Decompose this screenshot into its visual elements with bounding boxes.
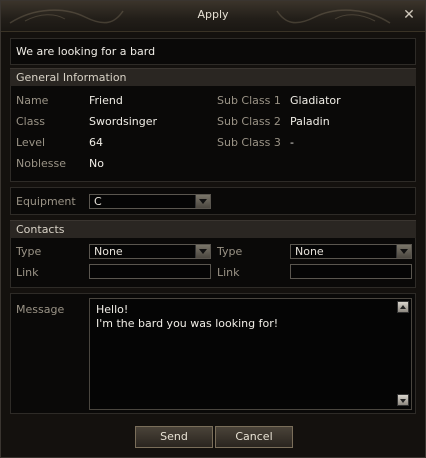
- name-value: Friend: [89, 94, 123, 107]
- subclass2-value: Paladin: [290, 115, 330, 128]
- contact-link2-input[interactable]: [290, 264, 412, 279]
- cancel-button[interactable]: Cancel: [215, 426, 293, 448]
- apply-dialog: Apply ✕ We are looking for a bard Genera…: [0, 0, 426, 458]
- contact-type1-label: Type: [16, 245, 42, 258]
- equipment-select[interactable]: C: [89, 194, 211, 209]
- contact-type1-select[interactable]: None: [89, 244, 211, 259]
- equipment-label: Equipment: [16, 195, 76, 208]
- send-button[interactable]: Send: [135, 426, 213, 448]
- scroll-up-button[interactable]: [397, 301, 409, 313]
- noblesse-value: No: [89, 157, 104, 170]
- name-label: Name: [16, 94, 49, 107]
- message-textarea[interactable]: Hello! I'm the bard you was looking for!: [89, 298, 412, 410]
- title-bar[interactable]: Apply ✕: [1, 1, 425, 32]
- subclass3-value: -: [290, 136, 294, 149]
- party-message-text: We are looking for a bard: [16, 45, 156, 58]
- close-button[interactable]: ✕: [401, 7, 417, 23]
- subclass1-label: Sub Class 1: [217, 94, 281, 107]
- noblesse-label: Noblesse: [16, 157, 66, 170]
- class-value: Swordsinger: [89, 115, 158, 128]
- class-label: Class: [16, 115, 45, 128]
- party-message-panel: We are looking for a bard: [10, 38, 416, 65]
- message-line: Hello!: [96, 303, 129, 316]
- dialog-title: Apply: [197, 8, 229, 21]
- subclass1-value: Gladiator: [290, 94, 341, 107]
- chevron-down-icon[interactable]: [396, 245, 411, 258]
- contact-type2-selected-value: None: [295, 245, 324, 258]
- general-info-header: General Information: [10, 68, 416, 86]
- contacts-header: Contacts: [10, 220, 416, 238]
- contact-link1-input[interactable]: [89, 264, 211, 279]
- chevron-down-icon[interactable]: [195, 245, 210, 258]
- contact-type2-select[interactable]: None: [290, 244, 412, 259]
- contact-link2-label: Link: [217, 266, 240, 279]
- contact-type2-label: Type: [217, 245, 243, 258]
- contact-link1-label: Link: [16, 266, 39, 279]
- subclass2-label: Sub Class 2: [217, 115, 281, 128]
- contact-type1-selected-value: None: [94, 245, 123, 258]
- equipment-selected-value: C: [94, 195, 102, 208]
- message-label: Message: [16, 303, 65, 316]
- scroll-down-button[interactable]: [397, 394, 409, 406]
- message-line: I'm the bard you was looking for!: [96, 317, 279, 330]
- general-info-panel: [10, 86, 416, 182]
- chevron-down-icon[interactable]: [195, 195, 210, 208]
- level-label: Level: [16, 136, 46, 149]
- level-value: 64: [89, 136, 103, 149]
- subclass3-label: Sub Class 3: [217, 136, 281, 149]
